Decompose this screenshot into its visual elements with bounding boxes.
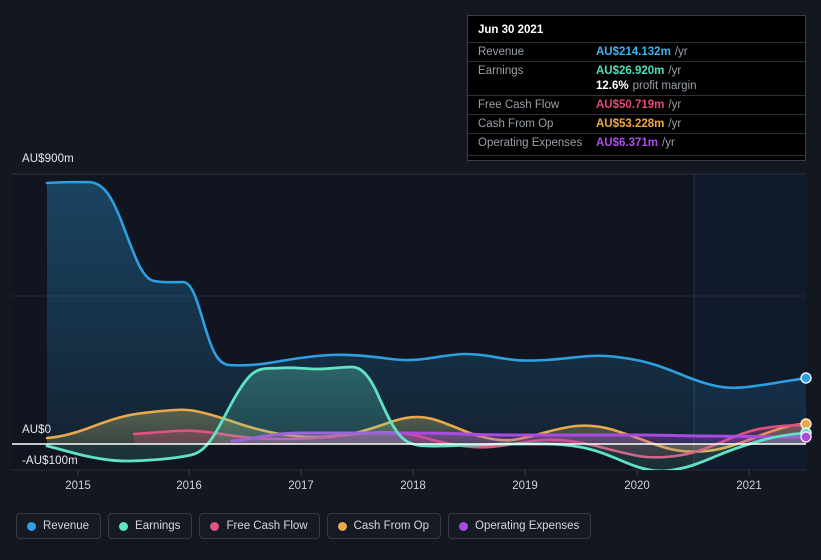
- tooltip-value-revenue: AU$214.132m: [596, 46, 671, 58]
- tooltip-suffix-profit-margin: profit margin: [632, 80, 697, 92]
- tooltip-value-free-cash-flow: AU$50.719m: [596, 99, 665, 111]
- x-tick-marks: [77, 470, 750, 475]
- tooltip-row-revenue: Revenue AU$214.132m /yr: [468, 42, 805, 61]
- x-axis-tick-2020: 2020: [624, 480, 650, 492]
- legend-dot-earnings-icon: [119, 521, 129, 531]
- tooltip-row-free-cash-flow: Free Cash Flow AU$50.719m /yr: [468, 95, 805, 114]
- tooltip-value-cash-from-op: AU$53.228m: [596, 118, 665, 130]
- tooltip-bottom-divider: [468, 155, 805, 156]
- legend-dot-free-cash-flow-icon: [210, 521, 220, 531]
- legend-dot-cash-from-op-icon: [337, 521, 347, 531]
- x-axis-tick-2017: 2017: [288, 480, 314, 492]
- tooltip-label-revenue: Revenue: [478, 46, 525, 58]
- legend-label-revenue: Revenue: [43, 520, 90, 532]
- tooltip-suffix-revenue: /yr: [674, 46, 688, 58]
- legend-item-operating-expenses[interactable]: Operating Expenses: [448, 513, 592, 539]
- tooltip-row-operating-expenses: Operating Expenses AU$6.371m /yr: [468, 133, 805, 152]
- tooltip-row-cash-from-op: Cash From Op AU$53.228m /yr: [468, 114, 805, 133]
- tooltip-label-cash-from-op: Cash From Op: [478, 118, 554, 130]
- chart-legend: Revenue Earnings Free Cash Flow Cash Fro…: [16, 513, 592, 539]
- endpoint-revenue: [800, 372, 812, 384]
- legend-label-cash-from-op: Cash From Op: [353, 520, 430, 532]
- financial-performance-chart: AU$900m AU$0 -AU$100m 2015 2016 2017 201…: [0, 0, 821, 560]
- legend-item-free-cash-flow[interactable]: Free Cash Flow: [199, 513, 320, 539]
- tooltip-value-operating-expenses: AU$6.371m: [596, 137, 659, 149]
- x-axis-tick-2016: 2016: [176, 480, 202, 492]
- tooltip-suffix-free-cash-flow: /yr: [668, 99, 682, 111]
- legend-item-earnings[interactable]: Earnings: [108, 513, 193, 539]
- legend-item-revenue[interactable]: Revenue: [16, 513, 102, 539]
- tooltip-suffix-operating-expenses: /yr: [662, 137, 675, 149]
- tooltip-suffix-earnings: /yr: [668, 65, 682, 77]
- endpoint-operating-expenses: [800, 431, 812, 443]
- tooltip-label-operating-expenses: Operating Expenses: [478, 137, 583, 149]
- tooltip-label-free-cash-flow: Free Cash Flow: [478, 99, 560, 111]
- legend-label-operating-expenses: Operating Expenses: [475, 520, 580, 532]
- chart-tooltip: Jun 30 2021 Revenue AU$214.132m /yr Earn…: [467, 15, 806, 161]
- x-axis-tick-2015: 2015: [65, 480, 91, 492]
- legend-label-earnings: Earnings: [135, 520, 181, 532]
- tooltip-value-earnings: AU$26.920m: [596, 65, 665, 77]
- tooltip-suffix-cash-from-op: /yr: [668, 118, 682, 130]
- legend-item-cash-from-op[interactable]: Cash From Op: [326, 513, 442, 539]
- legend-dot-revenue-icon: [27, 521, 36, 531]
- x-axis-tick-2018: 2018: [400, 480, 426, 492]
- tooltip-label-earnings: Earnings: [478, 65, 524, 77]
- legend-label-free-cash-flow: Free Cash Flow: [226, 520, 308, 532]
- tooltip-date: Jun 30 2021: [478, 24, 544, 36]
- x-axis-tick-2019: 2019: [512, 480, 538, 492]
- tooltip-row-earnings: Earnings AU$26.920m /yr: [468, 61, 805, 80]
- x-axis-tick-2021: 2021: [736, 480, 762, 492]
- tooltip-value-profit-margin: 12.6%: [596, 80, 629, 92]
- tooltip-row-profit-margin: 12.6% profit margin: [468, 80, 805, 95]
- legend-dot-operating-expenses-icon: [459, 521, 469, 531]
